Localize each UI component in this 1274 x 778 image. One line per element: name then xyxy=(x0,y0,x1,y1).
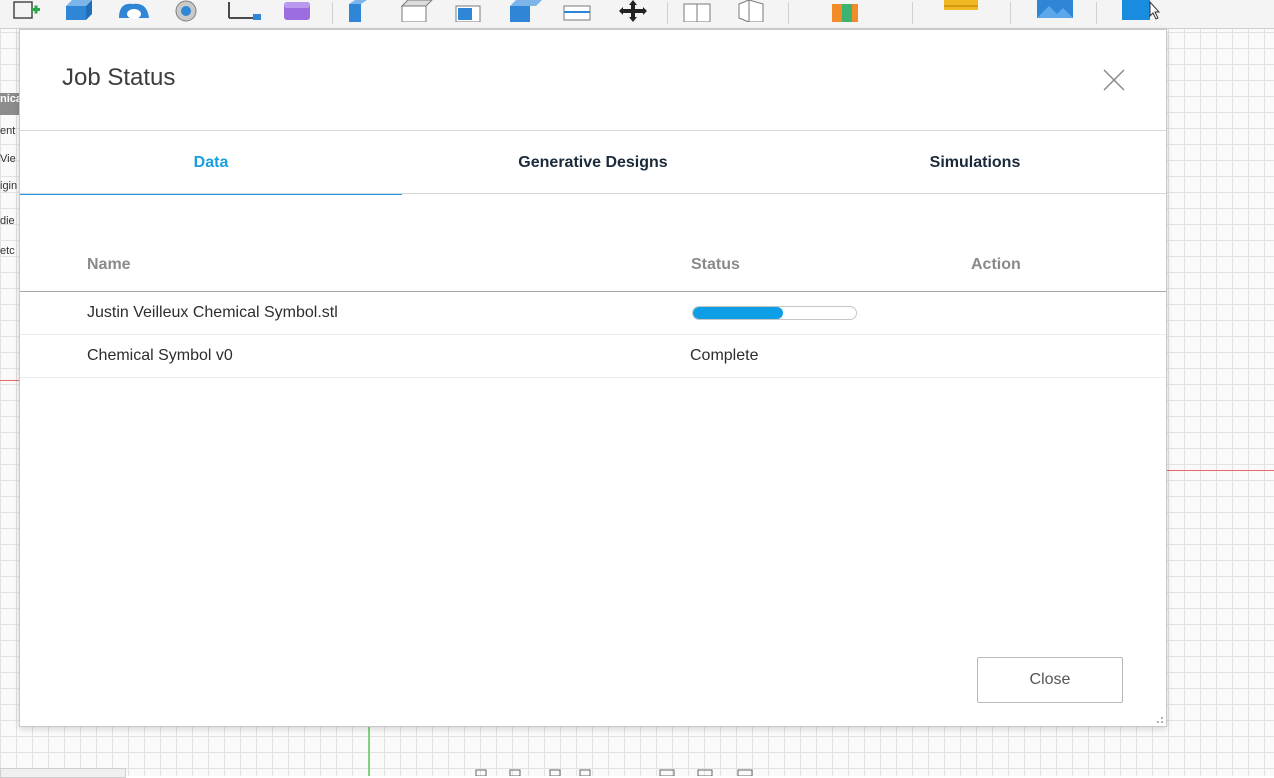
tab-generative-designs[interactable]: Generative Designs xyxy=(402,131,784,193)
toolbar-separator xyxy=(667,2,668,24)
toolbar xyxy=(0,0,1274,29)
divider xyxy=(20,193,1166,194)
tab-bar: Data Generative Designs Simulations xyxy=(20,131,1166,195)
close-icon[interactable] xyxy=(1102,68,1126,92)
press-pull-icon[interactable] xyxy=(345,0,385,22)
resize-grip-icon[interactable] xyxy=(1152,712,1164,724)
toolbar-separator xyxy=(788,2,789,24)
column-header-name: Name xyxy=(87,256,131,273)
browser-item[interactable]: die xyxy=(0,215,20,237)
revolve-icon[interactable] xyxy=(115,0,155,22)
dialog-title: Job Status xyxy=(62,64,176,91)
toolbar-separator xyxy=(1096,2,1097,24)
browser-item[interactable]: etc xyxy=(0,245,20,267)
shell-icon[interactable] xyxy=(506,0,546,22)
move-icon[interactable] xyxy=(613,0,653,22)
x-axis-line xyxy=(1160,470,1274,471)
chamfer-icon[interactable] xyxy=(452,0,492,22)
y-axis-line xyxy=(368,726,370,776)
browser-item[interactable]: nica xyxy=(0,93,20,115)
appearance-icon[interactable] xyxy=(828,0,868,22)
job-status: Complete xyxy=(690,347,759,364)
job-name: Justin Veilleux Chemical Symbol.stl xyxy=(87,304,338,321)
browser-panel: nica ent S Vie igin die etc xyxy=(0,55,20,265)
sweep-icon[interactable] xyxy=(168,0,208,22)
split-icon[interactable] xyxy=(560,0,600,22)
column-header-action: Action xyxy=(971,256,1021,273)
job-status-dialog: Job Status Data Generative Designs Simul… xyxy=(19,29,1167,727)
box-primitive-icon[interactable] xyxy=(278,0,318,22)
tab-data[interactable]: Data xyxy=(20,131,402,195)
fold-icon[interactable] xyxy=(733,0,773,22)
toolbar-separator xyxy=(912,2,913,24)
progress-fill xyxy=(693,307,783,319)
navigation-bar xyxy=(475,769,753,776)
table-row[interactable]: Justin Veilleux Chemical Symbol.stl xyxy=(20,292,1166,335)
extrude-icon[interactable] xyxy=(60,0,100,22)
toolbar-separator xyxy=(1010,2,1011,24)
fillet-icon[interactable] xyxy=(398,0,438,22)
browser-item[interactable]: Vie xyxy=(0,153,20,175)
tab-simulations[interactable]: Simulations xyxy=(784,131,1166,193)
align-icon[interactable] xyxy=(680,0,720,22)
comments-panel[interactable] xyxy=(0,768,126,778)
create-sketch-icon[interactable] xyxy=(10,0,50,22)
browser-item[interactable]: ent S xyxy=(0,125,20,147)
insert-image-icon[interactable] xyxy=(1035,0,1075,22)
toolbar-separator xyxy=(332,2,333,24)
status-progress-bar xyxy=(692,306,857,320)
job-name: Chemical Symbol v0 xyxy=(87,347,233,364)
column-header-status: Status xyxy=(691,256,740,273)
table-row[interactable]: Chemical Symbol v0 Complete xyxy=(20,335,1166,378)
loft-icon[interactable] xyxy=(225,0,265,22)
x-axis-line-left xyxy=(0,380,20,381)
select-icon[interactable] xyxy=(1120,0,1172,22)
close-button[interactable]: Close xyxy=(977,657,1123,703)
measure-icon[interactable] xyxy=(940,0,980,22)
browser-item[interactable]: igin xyxy=(0,180,20,202)
